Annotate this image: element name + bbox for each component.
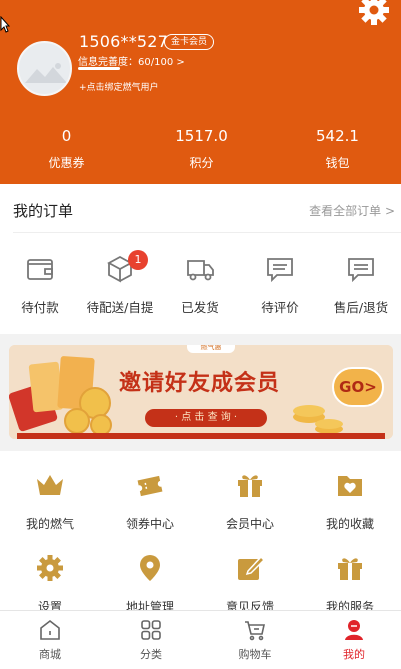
invite-friends-banner[interactable]: 燃气惠 邀请好友成会员 · 点 击 查 询 · GO> xyxy=(9,345,393,439)
pending-delivery-badge: 1 xyxy=(128,250,148,270)
view-all-orders-link[interactable]: 查看全部订单 > xyxy=(309,202,395,219)
wallet-balance: 542.1 xyxy=(316,127,359,145)
service-member-center[interactable]: 会员中心 xyxy=(200,469,300,532)
profile-header: 1506**527 金卡会员 信息完善度：60/100 > +点击绑定燃气用户 … xyxy=(0,0,401,184)
bind-gas-user-link[interactable]: +点击绑定燃气用户 xyxy=(79,80,159,93)
cart-icon xyxy=(245,621,265,641)
tab-category[interactable]: 分类 xyxy=(101,618,201,662)
service-address-management[interactable]: 地址管理 xyxy=(100,552,200,611)
order-after-sale-label: 售后/退货 xyxy=(333,300,389,315)
tab-home[interactable]: 商城 xyxy=(0,618,100,662)
tab-mine[interactable]: 我的 xyxy=(304,618,401,662)
edit-icon xyxy=(238,555,266,580)
tab-cart-label: 购物车 xyxy=(238,648,272,661)
bottom-tab-bar: 商城 分类 购物车 我的 xyxy=(0,610,401,669)
order-after-sale[interactable]: 售后/退货 xyxy=(321,254,401,316)
service-my-services[interactable]: 我的服务 xyxy=(300,552,400,611)
location-icon xyxy=(140,555,160,581)
service-my-favorites-label: 我的收藏 xyxy=(325,517,374,531)
mouse-pointer-icon xyxy=(0,16,10,33)
order-pending-payment[interactable]: 待付款 xyxy=(0,254,80,316)
member-level-badge: 金卡会员 xyxy=(164,34,215,50)
banner-title: 邀请好友成会员 xyxy=(119,371,281,396)
gear-icon xyxy=(37,555,63,581)
coupons-count: 0 xyxy=(61,127,72,145)
tab-cart[interactable]: 购物车 xyxy=(205,618,305,662)
grid-icon xyxy=(141,620,161,640)
comment-icon xyxy=(267,258,293,283)
wallet-icon xyxy=(27,259,53,280)
service-member-center-label: 会员中心 xyxy=(225,517,274,531)
coupons-stat[interactable]: 0 优惠券 xyxy=(0,126,133,171)
service-feedback[interactable]: 意见反馈 xyxy=(200,552,300,611)
banner-query-button[interactable]: · 点 击 查 询 · xyxy=(145,409,267,427)
banner-logo: 燃气惠 xyxy=(187,345,235,353)
gift-icon xyxy=(238,475,262,497)
order-shipped-label: 已发货 xyxy=(181,300,219,315)
points-value: 1517.0 xyxy=(175,127,228,145)
settings-gear-icon[interactable] xyxy=(357,0,391,26)
ticket-icon xyxy=(137,475,163,497)
order-pending-review[interactable]: 待评价 xyxy=(240,254,320,316)
order-pending-review-label: 待评价 xyxy=(261,300,299,315)
service-my-gas[interactable]: 我的燃气 xyxy=(0,469,100,532)
tab-category-label: 分类 xyxy=(140,648,162,661)
points-label: 积分 xyxy=(189,156,214,170)
crown-icon xyxy=(37,475,63,495)
after-sale-icon xyxy=(348,258,374,283)
my-orders-section: 我的订单 查看全部订单 > 待付款 待配送/自提 已发货 待评价 售后/退货 xyxy=(0,184,401,334)
service-coupon-center-label: 领券中心 xyxy=(125,517,174,531)
services-grid: 我的燃气 领券中心 会员中心 我的收藏 设置 地址管理 意见反馈 我的服务 xyxy=(0,451,401,611)
tab-home-label: 商城 xyxy=(39,648,61,661)
wallet-label: 钱包 xyxy=(325,156,350,170)
service-settings[interactable]: 设置 xyxy=(0,552,100,611)
avatar[interactable] xyxy=(17,41,72,96)
tab-mine-label: 我的 xyxy=(343,648,365,661)
points-stat[interactable]: 1517.0 积分 xyxy=(135,126,268,171)
user-icon xyxy=(345,620,363,640)
order-shipped[interactable]: 已发货 xyxy=(160,254,240,316)
info-completion-bar xyxy=(78,67,120,70)
order-pending-payment-label: 待付款 xyxy=(21,300,59,315)
image-placeholder-icon xyxy=(25,63,67,83)
truck-icon xyxy=(187,260,214,281)
user-phone: 1506**527 xyxy=(79,32,169,51)
home-icon xyxy=(40,619,60,640)
gift-box-icon xyxy=(338,558,362,580)
coupons-label: 优惠券 xyxy=(48,156,85,170)
wallet-stat[interactable]: 542.1 钱包 xyxy=(271,126,401,171)
banner-go-button[interactable]: GO> xyxy=(332,367,384,407)
my-orders-title: 我的订单 xyxy=(13,202,74,220)
service-my-favorites[interactable]: 我的收藏 xyxy=(300,469,400,532)
service-coupon-center[interactable]: 领券中心 xyxy=(100,469,200,532)
divider xyxy=(13,232,401,233)
order-pending-delivery-label: 待配送/自提 xyxy=(86,300,154,315)
service-my-gas-label: 我的燃气 xyxy=(25,517,74,531)
order-pending-delivery[interactable]: 待配送/自提 xyxy=(80,254,160,316)
info-completion-link[interactable]: 信息完善度：60/100 > xyxy=(78,53,185,68)
folder-heart-icon xyxy=(338,476,362,496)
